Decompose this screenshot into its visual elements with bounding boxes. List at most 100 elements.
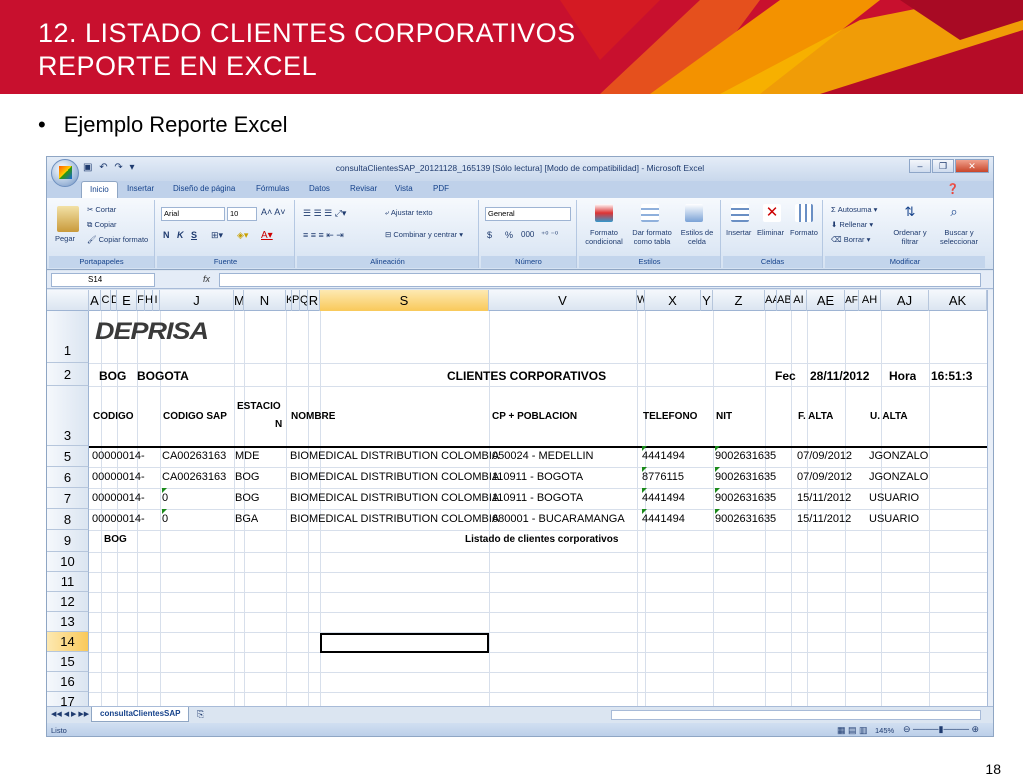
fill-color-icon[interactable]: ◈▾: [237, 230, 248, 241]
cell-time[interactable]: 16:51:3: [931, 369, 972, 383]
col-header-v[interactable]: V: [489, 290, 637, 311]
fx-icon[interactable]: fx: [203, 274, 210, 284]
new-sheet-icon[interactable]: ⎘: [197, 709, 204, 720]
restore-icon[interactable]: ❐: [932, 159, 954, 173]
tab-datos[interactable]: Datos: [309, 184, 330, 193]
cell-date[interactable]: 28/11/2012: [810, 369, 869, 383]
cell-sap[interactable]: 0: [162, 492, 168, 504]
cell-telefono[interactable]: 8776115: [642, 471, 684, 483]
row-header-17[interactable]: 17: [47, 692, 89, 706]
merge-center-button[interactable]: ⊟ Combinar y centrar ▾: [385, 230, 463, 239]
office-button[interactable]: [51, 159, 79, 187]
horizontal-scrollbar[interactable]: [611, 710, 981, 720]
italic-button[interactable]: K: [177, 230, 184, 240]
col-header-af[interactable]: AF: [845, 290, 859, 311]
minimize-icon[interactable]: –: [909, 159, 931, 173]
cell-nit[interactable]: 9002631635: [715, 513, 776, 525]
close-icon[interactable]: ✕: [955, 159, 989, 173]
cell-estacion[interactable]: BOG: [235, 471, 259, 483]
col-header-aj[interactable]: AJ: [881, 290, 929, 311]
conditional-format-button[interactable]: Formato condicional: [581, 228, 627, 246]
cell-bog-code[interactable]: BOG: [99, 369, 126, 383]
col-header-ah[interactable]: AH: [859, 290, 881, 311]
cell-nombre[interactable]: BIOMEDICAL DISTRIBUTION COLOMBIA: [290, 471, 499, 483]
insert-cells-icon[interactable]: [731, 204, 749, 222]
cell-f-alta[interactable]: 15/11/2012: [797, 513, 851, 525]
clear-button[interactable]: ⌫ Borrar ▾: [831, 235, 870, 244]
row-header-15[interactable]: 15: [47, 652, 89, 672]
sort-filter-icon[interactable]: ⇅: [901, 204, 919, 222]
col-header-aa[interactable]: AA: [765, 290, 777, 311]
cell-u-alta[interactable]: USUARIO: [869, 513, 919, 525]
row-header-6[interactable]: 6: [47, 467, 89, 488]
row-header-11[interactable]: 11: [47, 572, 89, 592]
fill-button[interactable]: ⬇ Rellenar ▾: [831, 220, 873, 229]
col-header-ai[interactable]: AI: [791, 290, 807, 311]
cell-footer-listado[interactable]: Listado de clientes corporativos: [465, 534, 618, 545]
cell-bogota[interactable]: BOGOTA: [137, 369, 189, 383]
borders-icon[interactable]: ⊞▾: [211, 230, 223, 241]
row-header-7[interactable]: 7: [47, 488, 89, 509]
cell-telefono[interactable]: 4441494: [642, 450, 685, 462]
cell-f-alta[interactable]: 07/09/2012: [797, 471, 852, 483]
row-header-1[interactable]: 1: [47, 311, 89, 363]
font-name-select[interactable]: Arial: [161, 207, 225, 221]
cell-telefono[interactable]: 4441494: [642, 513, 685, 525]
row-header-12[interactable]: 12: [47, 592, 89, 612]
wrap-text-button[interactable]: ⤶ Ajustar texto: [385, 208, 433, 218]
row-header-13[interactable]: 13: [47, 612, 89, 632]
cell-footer-bog[interactable]: BOG: [104, 534, 127, 545]
tab-diseno[interactable]: Diseño de página: [173, 184, 235, 193]
table-format-icon[interactable]: [641, 204, 659, 222]
underline-button[interactable]: S: [191, 230, 197, 240]
font-grow-icon[interactable]: A˄ A˅: [261, 207, 286, 217]
row-header-2[interactable]: 2: [47, 363, 89, 386]
tab-revisar[interactable]: Revisar: [350, 184, 377, 193]
format-cells-icon[interactable]: [795, 204, 813, 222]
col-header-c[interactable]: C: [101, 290, 111, 311]
delete-button[interactable]: Eliminar: [757, 228, 784, 237]
autosum-button[interactable]: Σ Autosuma ▾: [831, 205, 877, 214]
col-header-a[interactable]: A: [89, 290, 101, 311]
copy-button[interactable]: ⧉ Copiar: [87, 220, 117, 230]
cell-sap[interactable]: CA00263163: [162, 471, 226, 483]
col-header-m[interactable]: M: [234, 290, 244, 311]
paste-button[interactable]: Pegar: [55, 234, 75, 243]
col-header-ab[interactable]: AB: [777, 290, 791, 311]
col-header-q[interactable]: Q: [300, 290, 308, 311]
col-header-h[interactable]: H: [145, 290, 153, 311]
spreadsheet-grid[interactable]: A C D E F H I J M N K P Q R S V W X Y Z: [47, 290, 987, 706]
col-header-j[interactable]: J: [160, 290, 234, 311]
col-header-e[interactable]: E: [117, 290, 137, 311]
row-header-9[interactable]: 9: [47, 530, 89, 552]
zoom-slider-icon[interactable]: ⊖ ────▮──── ⊕: [903, 724, 979, 735]
row-header-16[interactable]: 16: [47, 672, 89, 692]
tab-inicio[interactable]: Inicio: [81, 181, 118, 199]
format-painter-button[interactable]: 🖌 Copiar formato: [87, 235, 148, 244]
bold-button[interactable]: N: [163, 230, 170, 240]
col-header-i[interactable]: I: [153, 290, 160, 311]
col-header-n[interactable]: N: [244, 290, 286, 311]
align-top-icon[interactable]: ☰ ☰ ☰ ⤢▾: [303, 208, 346, 219]
cell-codigo[interactable]: 00000014-: [92, 471, 145, 483]
col-header-z[interactable]: Z: [713, 290, 765, 311]
font-color-icon[interactable]: A▾: [261, 230, 273, 241]
row-header-3[interactable]: 3: [47, 386, 89, 446]
cell-u-alta[interactable]: USUARIO: [869, 492, 919, 504]
col-header-ak[interactable]: AK: [929, 290, 987, 311]
number-format-select[interactable]: General: [485, 207, 571, 221]
font-size-select[interactable]: 10: [227, 207, 257, 221]
align-left-icon[interactable]: ≡ ≡ ≡ ⇤ ⇥: [303, 230, 344, 241]
decimal-icon[interactable]: ⁺⁰ ⁻⁰: [541, 230, 558, 239]
find-select-button[interactable]: Buscar y seleccionar: [933, 228, 985, 246]
col-header-f[interactable]: F: [137, 290, 145, 311]
col-header-x[interactable]: X: [645, 290, 701, 311]
cell-codigo[interactable]: 00000014-: [92, 513, 145, 525]
currency-button[interactable]: $: [487, 230, 492, 240]
col-header-s[interactable]: S: [320, 290, 489, 311]
row-header-10[interactable]: 10: [47, 552, 89, 572]
cell-cp[interactable]: 110911 - BOGOTA: [492, 471, 583, 483]
cell-report-title[interactable]: CLIENTES CORPORATIVOS: [447, 369, 606, 383]
format-button[interactable]: Formato: [790, 228, 818, 237]
select-all-corner[interactable]: [47, 290, 89, 311]
